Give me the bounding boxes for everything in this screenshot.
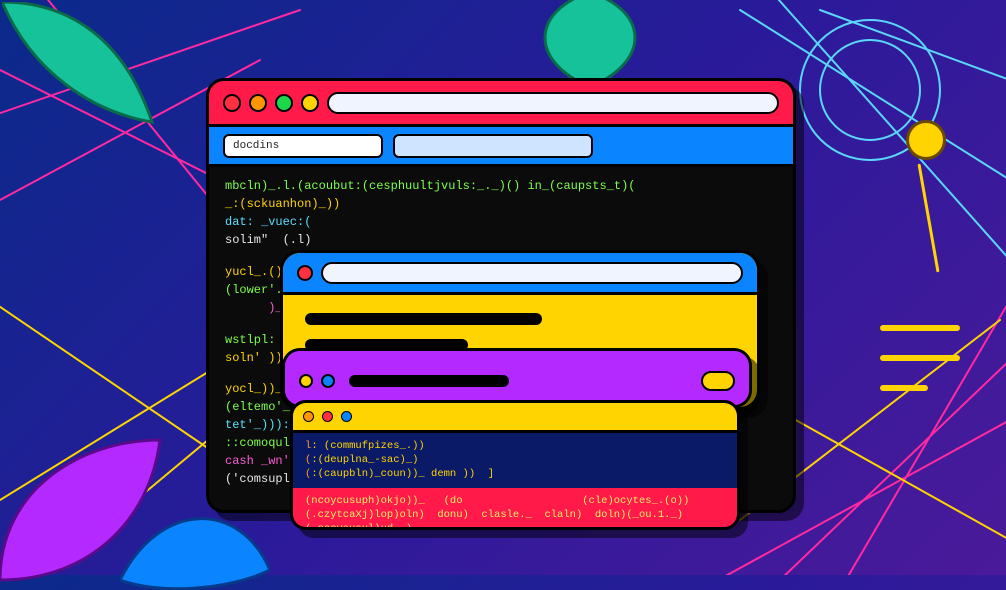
code-line: l: (commufpizes_.)) xyxy=(305,439,725,453)
placeholder-bar xyxy=(305,313,542,325)
error-line: (ncoycusuph)okjo))_ (do (cle)ocytes_.(o)… xyxy=(305,494,725,508)
tab-inactive[interactable] xyxy=(393,134,593,158)
dot-icon[interactable] xyxy=(321,374,335,388)
address-bar[interactable] xyxy=(321,262,743,284)
toggle-pill[interactable] xyxy=(701,371,735,391)
extra-dot-icon xyxy=(301,94,319,112)
card-window-purple[interactable] xyxy=(282,348,752,408)
terminal-line: _:(sckuanhon)_)) xyxy=(225,195,777,213)
titlebar[interactable] xyxy=(285,351,749,405)
terminal-line: dat: _vuec:( xyxy=(225,213,777,231)
pin-icon xyxy=(906,120,946,160)
code-output: l: (commufpizes_.))(:(deuplna_-sac)_)(:(… xyxy=(293,433,737,488)
minimize-icon[interactable] xyxy=(249,94,267,112)
dot-icon[interactable] xyxy=(341,411,352,422)
dot-icon[interactable] xyxy=(303,411,314,422)
titlebar[interactable] xyxy=(209,81,793,127)
error-line: (.czytcaXj)lop)oln) donu) clasle._ claln… xyxy=(305,508,725,522)
code-line: (:(deuplna_-sac)_) xyxy=(305,453,725,467)
close-icon[interactable] xyxy=(297,265,313,281)
placeholder-bar xyxy=(349,375,509,387)
dot-icon[interactable] xyxy=(299,374,313,388)
close-icon[interactable] xyxy=(322,411,333,422)
code-window-small[interactable]: l: (commufpizes_.))(:(deuplna_-sac)_)(:(… xyxy=(290,400,740,530)
tab-label: docdins xyxy=(233,140,279,152)
tab-active[interactable]: docdins xyxy=(223,134,383,158)
lines-glyph xyxy=(880,325,960,415)
tab-bar[interactable]: docdins xyxy=(209,127,793,167)
address-bar[interactable] xyxy=(327,92,779,114)
terminal-line: solim" (.l) xyxy=(225,231,777,249)
close-icon[interactable] xyxy=(223,94,241,112)
zoom-icon[interactable] xyxy=(275,94,293,112)
titlebar[interactable] xyxy=(293,403,737,433)
error-line: (.ncoyausul)ud._) xyxy=(305,522,725,530)
error-output: (ncoycusuph)okjo))_ (do (cle)ocytes_.(o)… xyxy=(293,488,737,530)
titlebar[interactable] xyxy=(283,253,757,295)
code-line: (:(caupbln)_coun))_ demn )) ] xyxy=(305,467,725,481)
terminal-line: mbcln)_.l.(acoubut:(cesphuultjvuls:_._)(… xyxy=(225,177,777,195)
